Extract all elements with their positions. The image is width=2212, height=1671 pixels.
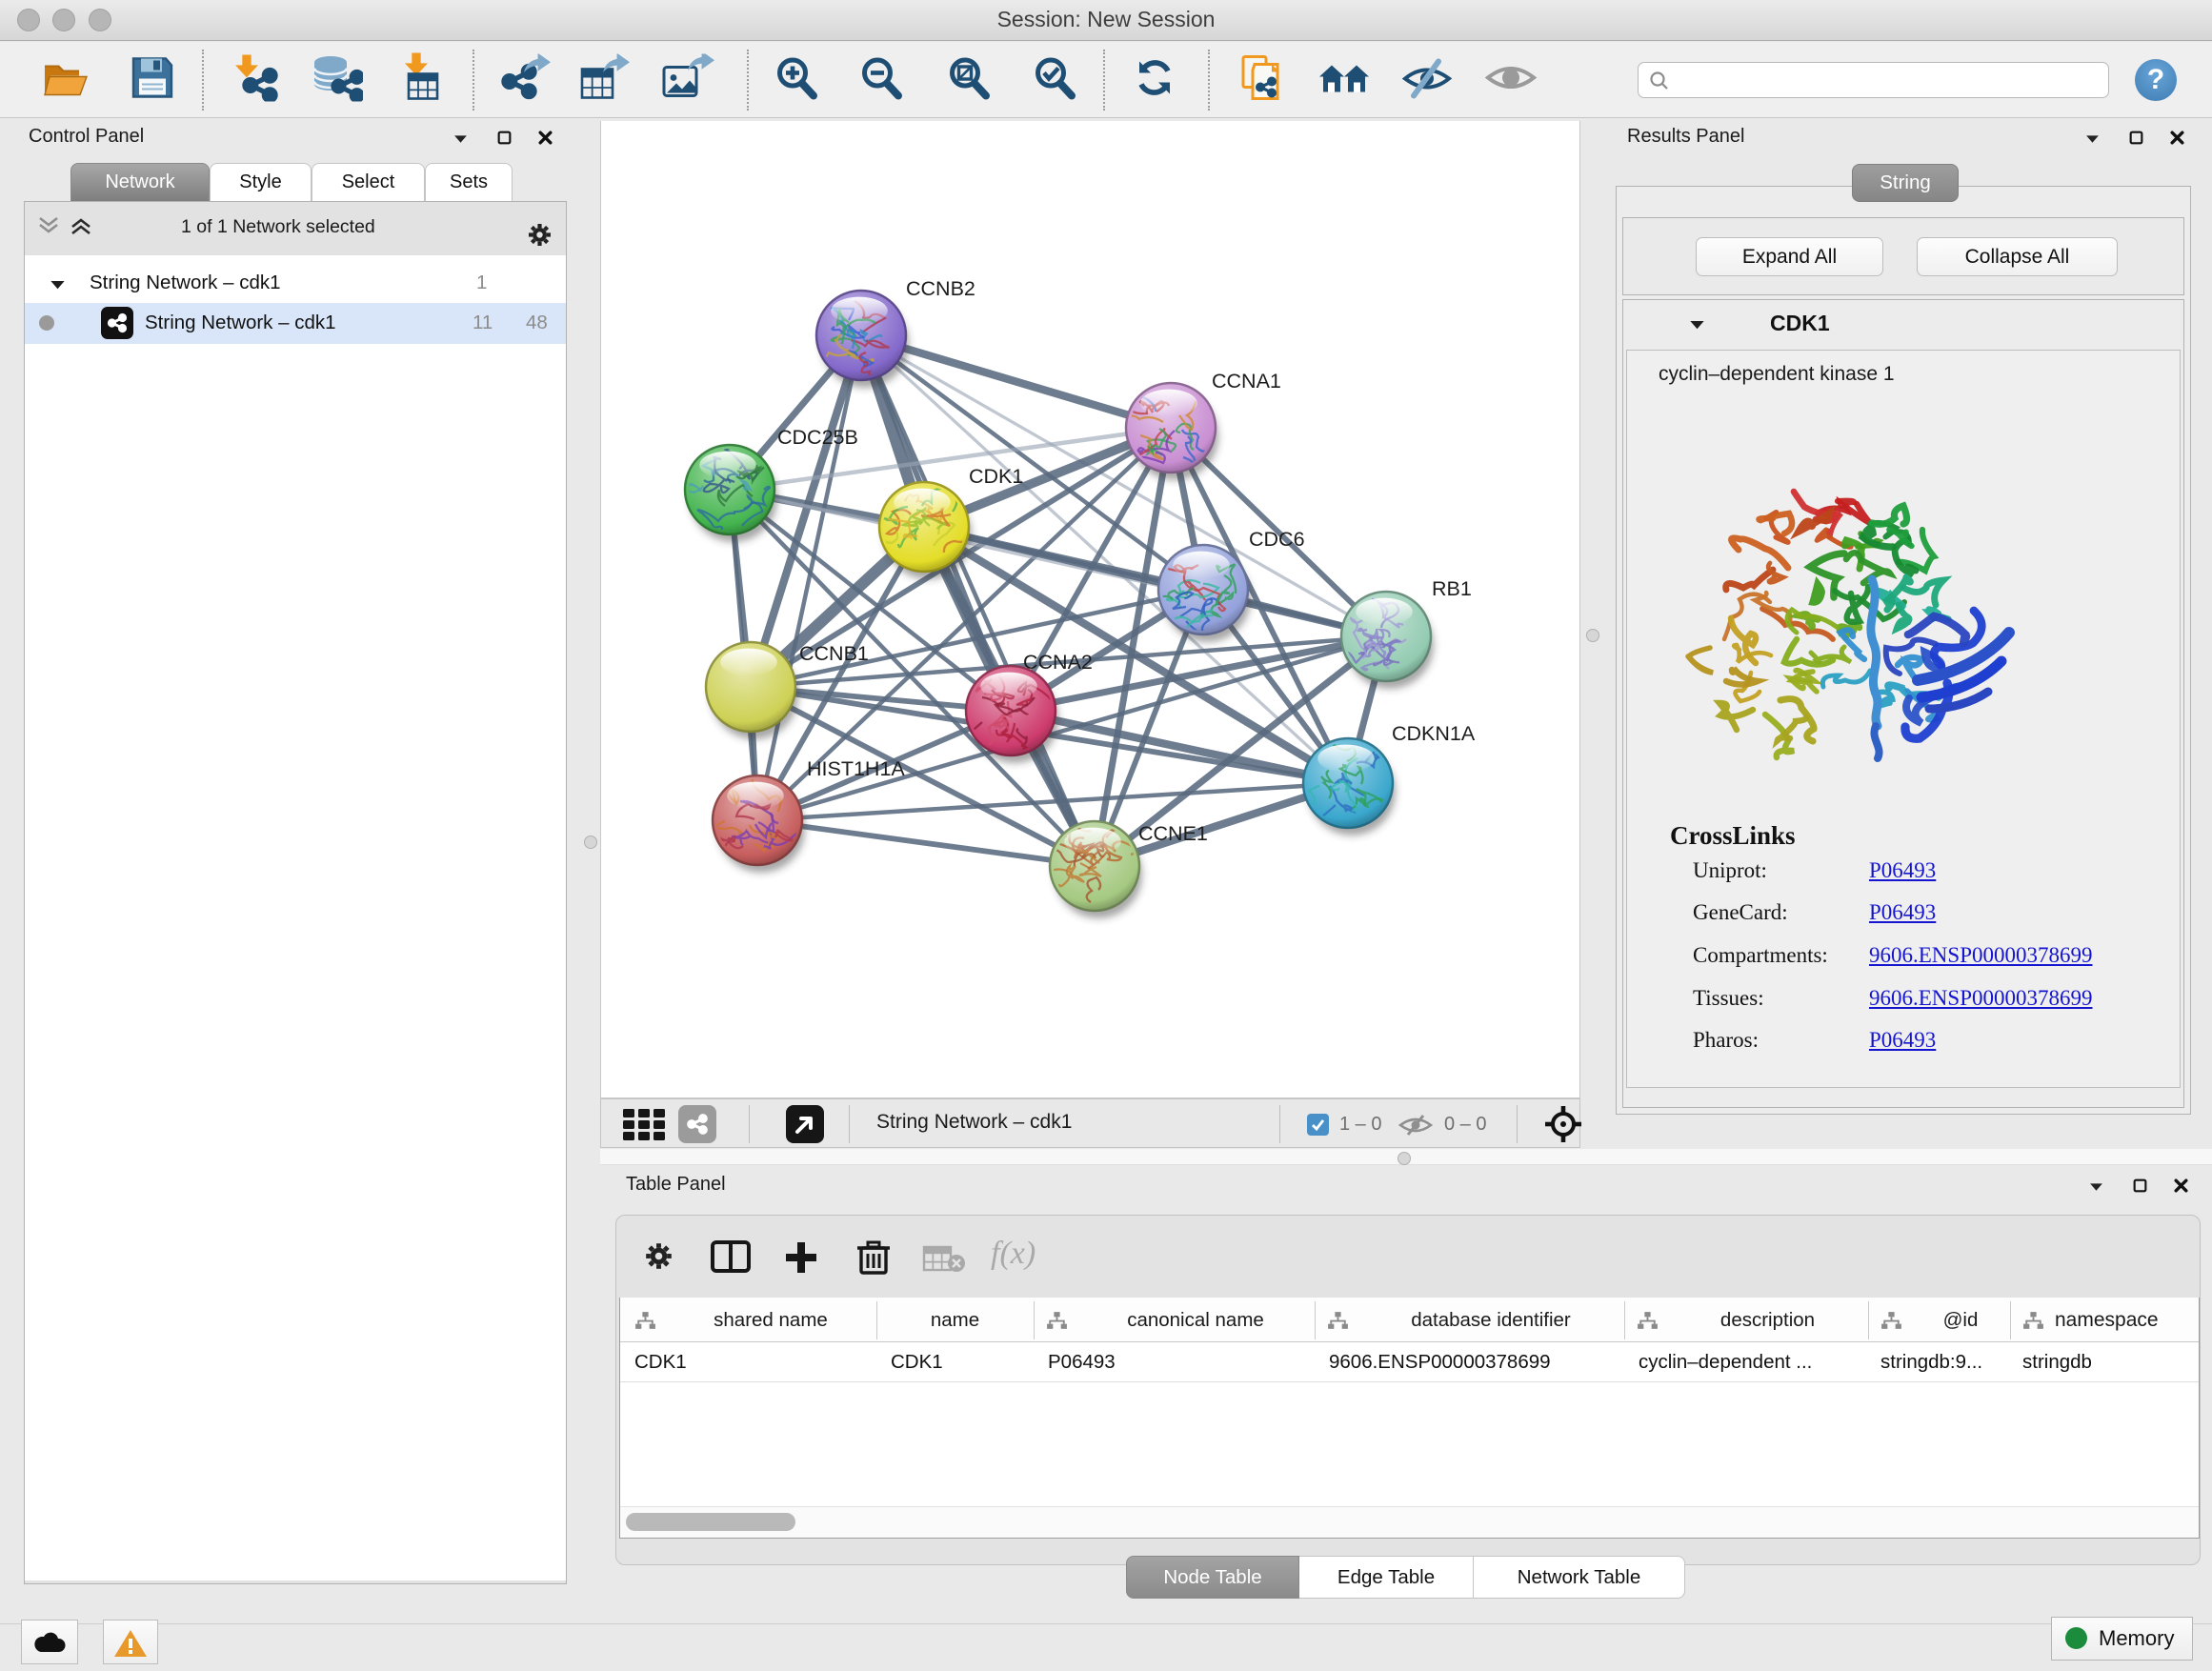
svg-text:CDC6: CDC6 [1249, 528, 1305, 551]
svg-text:CCNA2: CCNA2 [1023, 651, 1093, 674]
svg-text:CCNA1: CCNA1 [1212, 370, 1281, 393]
svg-text:CCNE1: CCNE1 [1138, 822, 1208, 845]
svg-text:CDKN1A: CDKN1A [1392, 722, 1476, 745]
svg-text:RB1: RB1 [1432, 577, 1472, 600]
svg-text:CDC25B: CDC25B [777, 426, 858, 449]
svg-text:CDK1: CDK1 [969, 465, 1023, 488]
svg-text:HIST1H1A: HIST1H1A [807, 757, 905, 780]
svg-text:CCNB1: CCNB1 [799, 642, 869, 665]
svg-text:CCNB2: CCNB2 [906, 277, 975, 300]
